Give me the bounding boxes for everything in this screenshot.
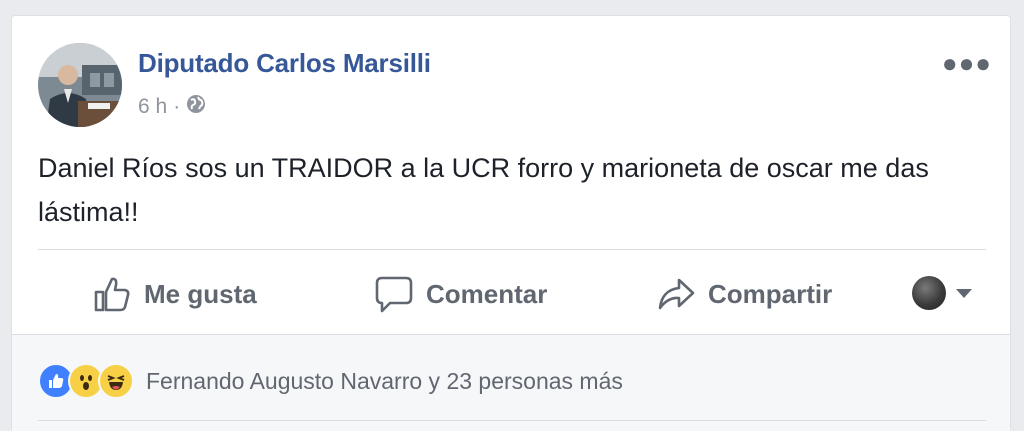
- comment-label: Comentar: [426, 278, 548, 309]
- reactions-text[interactable]: Fernando Augusto Navarro y 23 personas m…: [146, 368, 623, 395]
- author-avatar[interactable]: [38, 43, 122, 127]
- actions-divider: [38, 249, 986, 250]
- reactions-bar: Fernando Augusto Navarro y 23 personas m…: [12, 334, 1010, 431]
- post-actions: Me gusta Comentar Compartir: [38, 256, 986, 332]
- author-name[interactable]: Diputado Carlos Marsilli: [138, 48, 431, 79]
- post-card: Diputado Carlos Marsilli 6 h · ●●● Danie…: [11, 15, 1011, 431]
- page-avatar: [912, 276, 946, 310]
- chevron-down-icon: [956, 288, 972, 298]
- more-options-icon[interactable]: ●●●: [942, 50, 992, 76]
- post-text: Daniel Ríos sos un TRAIDOR a la UCR forr…: [38, 153, 929, 227]
- meta-separator: ·: [173, 95, 181, 118]
- thumbs-up-icon: [92, 274, 132, 314]
- post-meta: 6 h ·: [138, 94, 206, 120]
- like-button[interactable]: Me gusta: [92, 256, 257, 332]
- audience-selector[interactable]: [912, 276, 972, 310]
- share-label: Compartir: [708, 278, 833, 309]
- share-arrow-icon: [656, 274, 696, 314]
- globe-icon: [186, 94, 206, 120]
- comment-bubble-icon: [374, 274, 414, 314]
- share-button[interactable]: Compartir: [656, 256, 832, 332]
- reactions-summary[interactable]: Fernando Augusto Navarro y 23 personas m…: [38, 363, 623, 399]
- like-label: Me gusta: [144, 278, 257, 309]
- haha-reaction-icon: [98, 363, 134, 399]
- reaction-icons: [38, 363, 134, 399]
- comments-divider: [38, 420, 986, 421]
- comment-button[interactable]: Comentar: [374, 256, 547, 332]
- timestamp[interactable]: 6 h: [138, 95, 167, 119]
